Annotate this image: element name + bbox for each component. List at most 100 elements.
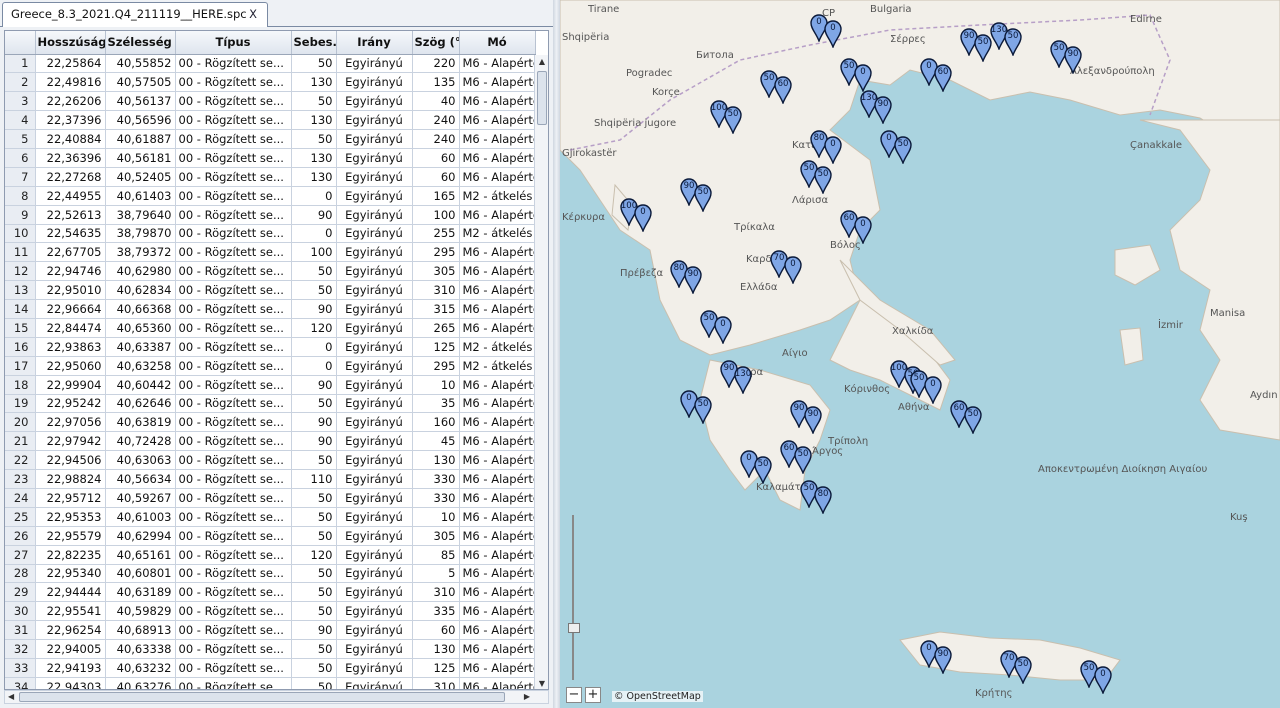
speed-camera-marker[interactable]: 90 [934, 646, 952, 674]
table-cell[interactable]: 00 - Rögzített se... [175, 242, 292, 263]
table-cell[interactable]: Egyirányú [336, 620, 413, 641]
table-cell[interactable]: Egyirányú [336, 658, 413, 678]
table-cell[interactable]: 22,27268 [35, 167, 106, 187]
table-cell[interactable]: 00 - Rögzített se... [175, 261, 292, 282]
table-row[interactable]: 27 22,82235 40,65161 00 - Rögzített se... 12… [5, 545, 536, 565]
row-number-cell[interactable]: 8 [5, 186, 36, 206]
table-row[interactable]: 20 22,97056 40,63819 00 - Rögzített se... 90… [5, 412, 536, 433]
table-cell[interactable]: 40,65360 [105, 318, 176, 338]
table-row[interactable]: 16 22,93863 40,63387 00 - Rögzített se... 0 E… [5, 337, 536, 357]
table-row[interactable]: 23 22,98824 40,56634 00 - Rögzített se... 11… [5, 469, 536, 489]
table-cell[interactable]: 40,61003 [105, 507, 176, 527]
table-cell[interactable]: M6 - Alapérte [459, 242, 536, 263]
table-cell[interactable]: 310 [412, 280, 460, 301]
table-cell[interactable]: Egyirányú [336, 224, 413, 244]
row-number-cell[interactable]: 18 [5, 375, 36, 395]
row-number-cell[interactable]: 25 [5, 507, 36, 527]
table-cell[interactable]: 40,63063 [105, 450, 176, 471]
table-cell[interactable]: M6 - Alapérte [459, 318, 536, 338]
table-cell[interactable]: 40,66368 [105, 299, 176, 319]
table-cell[interactable]: M6 - Alapérte [459, 526, 536, 546]
table-row[interactable]: 19 22,95242 40,62646 00 - Rögzített se... 50… [5, 394, 536, 414]
row-number-cell[interactable]: 12 [5, 261, 36, 282]
table-cell[interactable]: 00 - Rögzített se... [175, 431, 292, 452]
table-cell[interactable]: 00 - Rögzített se... [175, 488, 292, 508]
table-cell[interactable]: 00 - Rögzített se... [175, 620, 292, 641]
table-cell[interactable]: Egyirányú [336, 564, 413, 584]
table-row[interactable]: 9 22,52613 38,79640 00 - Rögzített se... 90 E… [5, 205, 536, 225]
table-cell[interactable]: 22,94005 [35, 639, 106, 659]
table-cell[interactable]: 22,67705 [35, 242, 106, 263]
table-cell[interactable]: M6 - Alapérte [459, 507, 536, 527]
table-cell[interactable]: 130 [412, 450, 460, 471]
row-number-cell[interactable]: 6 [5, 148, 36, 168]
row-number-cell[interactable]: 27 [5, 545, 36, 565]
zoom-slider[interactable] [568, 515, 580, 680]
table-cell[interactable]: 50 [291, 677, 337, 689]
speed-camera-marker[interactable]: 50 [754, 456, 772, 484]
speed-camera-marker[interactable]: 50 [1004, 28, 1022, 56]
table-cell[interactable]: 50 [291, 91, 337, 112]
table-cell[interactable]: Egyirányú [336, 412, 413, 433]
table-cell[interactable]: 22,95579 [35, 526, 106, 546]
row-number-cell[interactable]: 9 [5, 205, 36, 225]
table-cell[interactable]: 40,56596 [105, 110, 176, 131]
table-cell[interactable]: 40,56634 [105, 469, 176, 489]
row-number-cell[interactable]: 15 [5, 318, 36, 338]
table-cell[interactable]: 22,99904 [35, 375, 106, 395]
table-cell[interactable]: 00 - Rögzített se... [175, 394, 292, 414]
row-number-cell[interactable]: 19 [5, 394, 36, 414]
table-cell[interactable]: 40,59267 [105, 488, 176, 508]
table-cell[interactable]: 50 [291, 564, 337, 584]
table-row[interactable]: 10 22,54635 38,79870 00 - Rögzített se... 0 E… [5, 224, 536, 244]
table-cell[interactable]: 22,95242 [35, 394, 106, 414]
table-cell[interactable]: 120 [291, 545, 337, 565]
table-cell[interactable]: Egyirányú [336, 450, 413, 471]
table-cell[interactable]: M6 - Alapérte [459, 167, 536, 187]
table-cell[interactable]: 22,37396 [35, 110, 106, 131]
table-cell[interactable]: 85 [412, 545, 460, 565]
table-cell[interactable]: 22,84474 [35, 318, 106, 338]
table-cell[interactable]: M6 - Alapérte [459, 431, 536, 452]
table-cell[interactable]: 10 [412, 507, 460, 527]
table-cell[interactable]: 00 - Rögzített se... [175, 129, 292, 149]
table-cell[interactable]: 40,60801 [105, 564, 176, 584]
table-cell[interactable]: 240 [412, 129, 460, 149]
speed-camera-marker[interactable]: 50 [964, 406, 982, 434]
table-cell[interactable]: 40,59829 [105, 601, 176, 622]
table-cell[interactable]: M6 - Alapérte [459, 91, 536, 112]
table-cell[interactable]: M6 - Alapérte [459, 299, 536, 319]
table-cell[interactable]: 22,94444 [35, 582, 106, 603]
speed-camera-marker[interactable]: 90 [684, 266, 702, 294]
table-cell[interactable]: M6 - Alapérte [459, 658, 536, 678]
table-cell[interactable]: 50 [291, 601, 337, 622]
column-header[interactable]: Sebes... [291, 31, 337, 55]
row-number-cell[interactable]: 24 [5, 488, 36, 508]
table-cell[interactable]: 90 [291, 412, 337, 433]
table-cell[interactable]: M6 - Alapérte [459, 394, 536, 414]
table-cell[interactable]: 00 - Rögzített se... [175, 299, 292, 319]
table-cell[interactable]: 00 - Rögzített se... [175, 658, 292, 678]
table-cell[interactable]: 50 [291, 582, 337, 603]
table-cell[interactable]: 40,63232 [105, 658, 176, 678]
table-cell[interactable]: M6 - Alapérte [459, 129, 536, 149]
row-number-cell[interactable]: 20 [5, 412, 36, 433]
table-cell[interactable]: 40,62834 [105, 280, 176, 301]
table-cell[interactable]: 00 - Rögzített se... [175, 677, 292, 689]
table-cell[interactable]: Egyirányú [336, 507, 413, 527]
table-cell[interactable]: 50 [291, 129, 337, 149]
table-cell[interactable]: 00 - Rögzített se... [175, 526, 292, 546]
row-number-cell[interactable]: 21 [5, 431, 36, 452]
scroll-down-arrow-icon[interactable]: ▼ [537, 679, 547, 689]
table-cell[interactable]: 00 - Rögzített se... [175, 469, 292, 489]
speed-camera-marker[interactable]: 90 [874, 96, 892, 124]
row-number-cell[interactable]: 23 [5, 469, 36, 489]
zoom-out-button[interactable]: − [566, 687, 582, 703]
table-cell[interactable]: 130 [412, 639, 460, 659]
row-number-cell[interactable]: 3 [5, 91, 36, 112]
table-cell[interactable]: 22,94193 [35, 658, 106, 678]
row-number-cell[interactable]: 22 [5, 450, 36, 471]
table-cell[interactable]: 00 - Rögzített se... [175, 205, 292, 225]
table-cell[interactable]: 60 [412, 148, 460, 168]
table-cell[interactable]: Egyirányú [336, 488, 413, 508]
